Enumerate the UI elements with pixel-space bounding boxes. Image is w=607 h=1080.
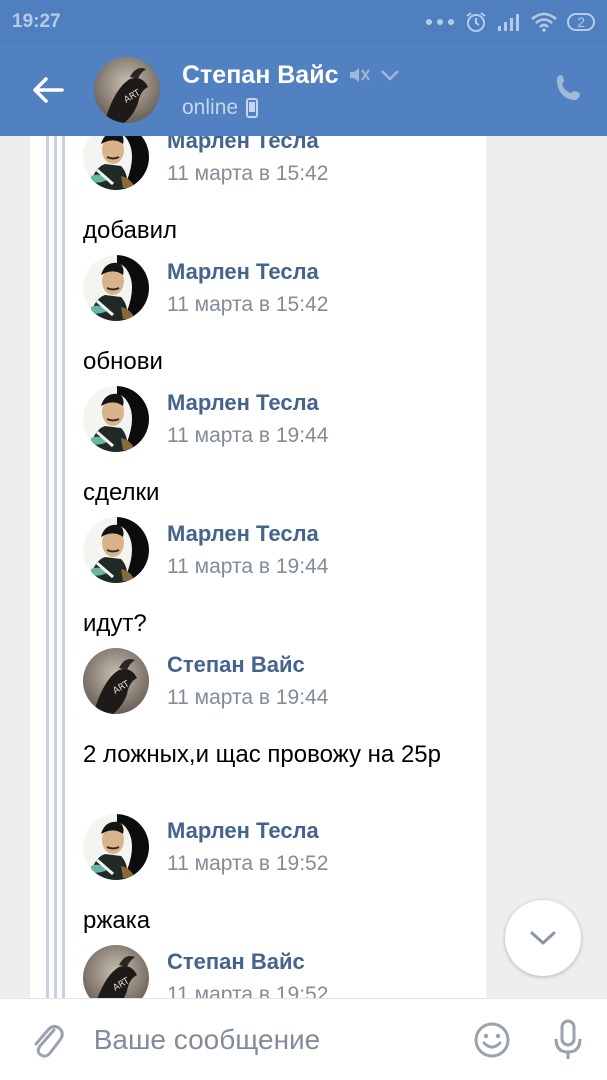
message-author[interactable]: Марлен Тесла <box>167 259 328 285</box>
message-text: ржака <box>83 907 151 934</box>
forward-line <box>46 136 49 998</box>
contact-name-row: Степан Вайс <box>182 61 400 90</box>
message-text: 2 ложных,и щас провожу на 25р <box>83 741 441 768</box>
message-date: 11 марта в 19:52 <box>167 852 329 875</box>
status-time: 19:27 <box>12 11 61 32</box>
message-author[interactable]: Степан Вайс <box>167 652 328 678</box>
attach-button[interactable] <box>0 1020 94 1060</box>
call-button[interactable] <box>553 72 585 109</box>
message-text: добавил <box>83 217 178 244</box>
message-author[interactable]: Марлен Тесла <box>167 521 328 547</box>
status-bar: 19:27 2 <box>0 0 607 44</box>
message-text: сделки <box>83 479 160 506</box>
mobile-phone-icon <box>246 97 259 118</box>
contact-status-row: online <box>182 96 400 120</box>
message: Марлен Тесла 11 марта в 15:42 обнови <box>83 255 483 380</box>
message-text: идут? <box>83 610 147 637</box>
message-text: обнови <box>83 348 163 375</box>
contact-info[interactable]: Степан Вайс online <box>182 61 400 120</box>
tesla-avatar[interactable] <box>83 136 149 190</box>
voice-message-button[interactable] <box>529 1019 607 1061</box>
emoji-button[interactable] <box>455 1021 529 1059</box>
weiss-avatar[interactable]: ART <box>83 648 149 714</box>
smile-icon <box>474 1022 510 1057</box>
scroll-to-bottom-button[interactable] <box>505 900 581 976</box>
message-date: 11 марта в 15:42 <box>167 293 329 316</box>
message: Марлен Тесла 11 марта в 19:44 сделки <box>83 386 483 511</box>
message: Марлен Тесла 11 марта в 19:44 идут? <box>83 517 483 642</box>
message-date: 11 марта в 19:44 <box>167 686 329 709</box>
signal-icon <box>498 14 520 31</box>
message-author[interactable]: Марлен Тесла <box>167 818 328 844</box>
alarm-icon <box>466 12 486 32</box>
contact-name: Степан Вайс <box>182 60 339 89</box>
message-author[interactable]: Марлен Тесла <box>167 136 328 154</box>
wifi-icon <box>531 12 558 32</box>
tesla-avatar[interactable] <box>83 255 149 321</box>
chat-header: ART Степан Вайс online <box>0 44 607 136</box>
forward-line <box>62 136 65 998</box>
message: ART Степан Вайс 11 марта в 19:44 2 ложны… <box>83 648 483 773</box>
contact-avatar[interactable]: ART <box>94 57 160 123</box>
microphone-icon <box>554 1019 582 1059</box>
back-button[interactable] <box>0 44 96 136</box>
contact-status: online <box>182 95 239 119</box>
forward-line <box>54 136 57 998</box>
message-author[interactable]: Степан Вайс <box>167 949 328 975</box>
weiss-avatar[interactable]: ART <box>83 945 149 998</box>
paperclip-icon <box>34 1024 64 1058</box>
battery-indicator: 2 <box>567 13 595 31</box>
message-date: 11 марта в 19:44 <box>167 424 329 447</box>
message: ART Степан Вайс 11 марта в 19:52 <box>83 945 483 998</box>
phone-icon <box>557 75 580 100</box>
message-date: 11 марта в 19:44 <box>167 555 329 578</box>
message-date: 11 марта в 15:42 <box>167 162 329 185</box>
message: Марлен Тесла 11 марта в 15:42 добавил <box>83 136 483 249</box>
status-icons: 2 <box>425 11 595 33</box>
message-date: 11 марта в 19:52 <box>167 983 329 998</box>
chevron-down-icon[interactable] <box>380 69 400 81</box>
message-author[interactable]: Марлен Тесла <box>167 390 328 416</box>
muted-icon <box>350 68 371 82</box>
tesla-avatar[interactable] <box>83 386 149 452</box>
message-history[interactable]: Марлен Тесла 11 марта в 15:42 добавил Ма… <box>0 136 607 998</box>
tesla-avatar[interactable] <box>83 814 149 880</box>
message-input[interactable] <box>93 1009 455 1070</box>
arrow-left-icon <box>33 77 64 103</box>
more-dots-icon <box>426 19 455 25</box>
chevron-down-icon <box>530 931 556 945</box>
tesla-avatar[interactable] <box>83 517 149 583</box>
message-composer <box>0 998 607 1080</box>
message: Марлен Тесла 11 марта в 19:52 ржака <box>83 814 483 939</box>
